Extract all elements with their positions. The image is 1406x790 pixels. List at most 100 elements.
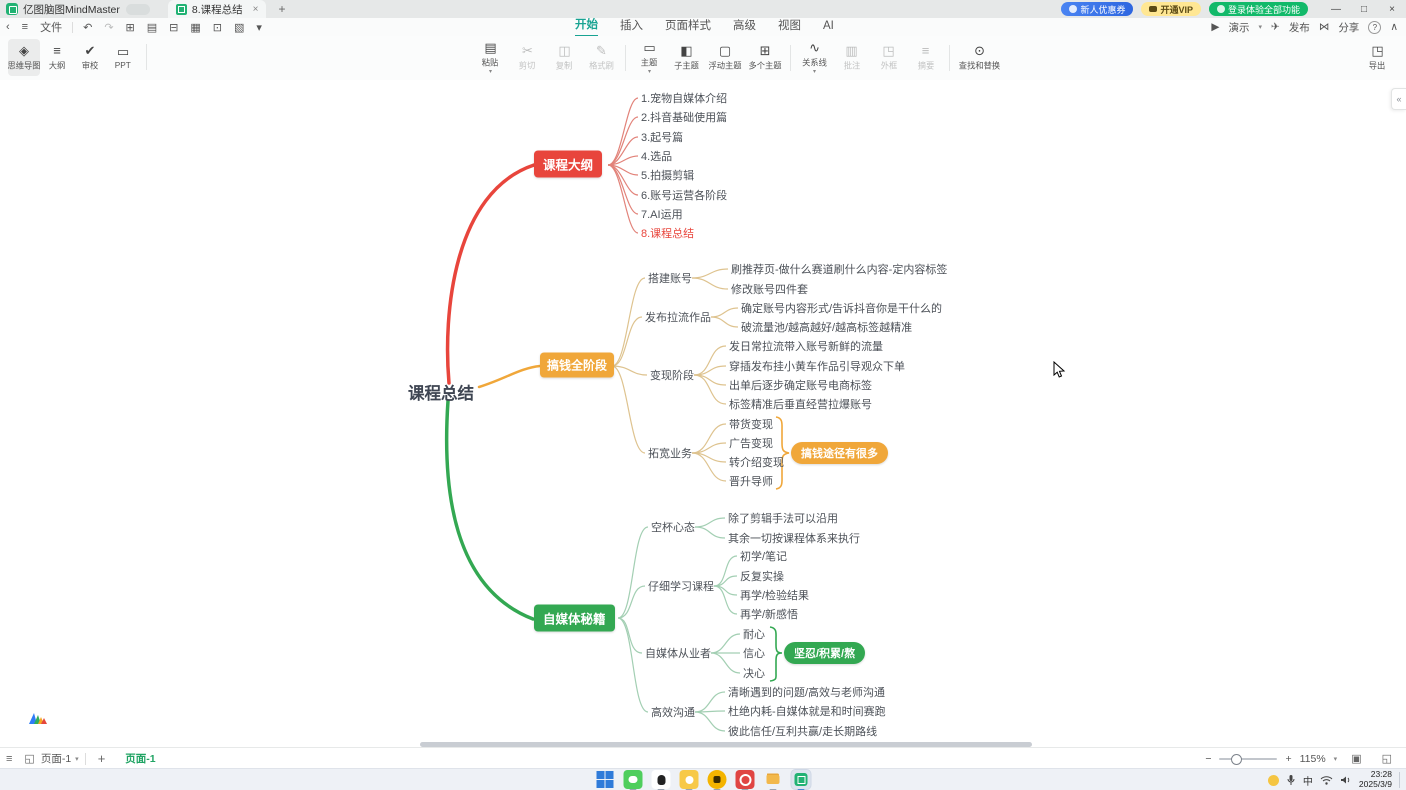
topic-node[interactable]: 发日常拉流带入账号新鲜的流量	[729, 338, 883, 354]
tab-page-style[interactable]: 页面样式	[665, 18, 711, 36]
export-image-icon[interactable]: ⊡	[213, 21, 222, 34]
cut-button[interactable]: ✂ 剪切	[509, 39, 546, 76]
page-dropdown-caret-icon[interactable]: ▾	[75, 755, 79, 763]
undo-icon[interactable]: ↶	[83, 21, 92, 34]
topic-node[interactable]: 6.账号运营各阶段	[641, 187, 727, 203]
summary-callout-money[interactable]: 搞钱途径有很多	[791, 442, 888, 464]
topic-button[interactable]: ▭ 主题 ▾	[631, 39, 668, 76]
topic-node-current[interactable]: 8.课程总结	[641, 225, 694, 241]
tray-app-icon[interactable]	[1268, 775, 1279, 786]
boundary-button[interactable]: ◳ 外框	[870, 39, 907, 76]
start-button[interactable]	[596, 770, 615, 789]
more-icon[interactable]: ▾	[256, 21, 262, 34]
snapshot-icon[interactable]: ▧	[234, 21, 244, 34]
present-button[interactable]: 演示	[1228, 20, 1249, 35]
topic-node[interactable]: 7.AI运用	[641, 206, 683, 222]
tab-home[interactable]: 开始	[575, 17, 598, 37]
topic-node[interactable]: 3.起号篇	[641, 129, 683, 145]
topic-node[interactable]: 变现阶段	[650, 367, 694, 383]
new-doc-icon[interactable]: ⊞	[126, 21, 135, 34]
clock[interactable]: 23:28 2025/3/9	[1359, 770, 1392, 790]
tab-close-icon[interactable]: ×	[253, 4, 259, 15]
topic-node[interactable]: 彼此信任/互利共赢/走长期路线	[728, 723, 877, 739]
page-frame-icon[interactable]: ◱	[24, 752, 34, 765]
active-page-tab[interactable]: 页面-1	[125, 751, 155, 766]
zoom-slider[interactable]	[1219, 758, 1277, 760]
copy-button[interactable]: ◫ 复制	[546, 39, 583, 76]
open-icon[interactable]: ▤	[147, 21, 157, 34]
page-dropdown[interactable]: 页面-1	[41, 751, 71, 766]
mode-review[interactable]: ✔ 审校	[74, 39, 106, 76]
taskbar-app2-icon[interactable]	[708, 770, 727, 789]
relationship-button[interactable]: ∿ 关系线 ▾	[796, 39, 833, 76]
publish-icon[interactable]: ✈	[1271, 21, 1280, 33]
panel-collapse-tab[interactable]: «	[1391, 88, 1406, 110]
topic-node[interactable]: 晋升导师	[729, 473, 773, 489]
topic-node[interactable]: 标签精准后垂直经营拉爆账号	[729, 396, 872, 412]
find-replace-button[interactable]: ⊙ 查找和替换	[955, 39, 1004, 76]
redo-icon[interactable]: ↷	[104, 21, 113, 34]
topic-node[interactable]: 杜绝内耗-自媒体就是和时间赛跑	[728, 703, 886, 719]
hamburger-icon[interactable]: ≡	[22, 21, 28, 33]
branch-course-outline[interactable]: 课程大纲	[534, 151, 602, 178]
document-tab[interactable]: 8.课程总结 ×	[168, 0, 267, 18]
topic-node[interactable]: 穿插发布挂小黄车作品引导观众下单	[729, 358, 905, 374]
back-icon[interactable]: ‹	[6, 21, 10, 33]
topic-node[interactable]: 拓宽业务	[648, 445, 692, 461]
minimize-button[interactable]: —	[1322, 0, 1350, 18]
close-button[interactable]: ×	[1378, 0, 1406, 18]
microphone-icon[interactable]	[1286, 774, 1296, 786]
topic-node[interactable]: 高效沟通	[651, 704, 695, 720]
taskbar-mindmaster-icon[interactable]	[792, 770, 811, 789]
topic-node[interactable]: 耐心	[743, 626, 765, 642]
topic-node[interactable]: 反复实操	[740, 568, 784, 584]
paste-button[interactable]: ▤ 粘贴 ▾	[472, 39, 509, 76]
zoom-caret-icon[interactable]: ▾	[1334, 755, 1338, 763]
zoom-in-icon[interactable]: +	[1285, 753, 1291, 765]
share-button[interactable]: 分享	[1338, 20, 1359, 35]
vip-button[interactable]: 开通VIP	[1141, 2, 1201, 16]
topic-node[interactable]: 广告变现	[729, 435, 773, 451]
topic-node[interactable]: 转介绍变现	[729, 454, 784, 470]
topic-node[interactable]: 再学/新感悟	[740, 606, 798, 622]
taskbar-qq-icon[interactable]	[652, 770, 671, 789]
coupon-button[interactable]: 新人优惠券	[1061, 2, 1133, 16]
taskbar-app1-icon[interactable]	[680, 770, 699, 789]
subtopic-button[interactable]: ◧ 子主题	[668, 39, 705, 76]
tab-insert[interactable]: 插入	[620, 18, 643, 36]
topic-node[interactable]: 确定账号内容形式/告诉抖音你是干什么的	[741, 300, 942, 316]
branch-media-secrets[interactable]: 自媒体秘籍	[534, 605, 615, 632]
topic-node[interactable]: 决心	[743, 665, 765, 681]
maximize-button[interactable]: □	[1350, 0, 1378, 18]
topic-node[interactable]: 刷推荐页-做什么赛道刷什么内容-定内容标签	[731, 261, 947, 277]
format-painter-button[interactable]: ✎ 格式刷	[583, 39, 620, 76]
topic-node[interactable]: 出单后逐步确定账号电商标签	[729, 377, 872, 393]
show-desktop-button[interactable]	[1399, 772, 1402, 788]
taskbar-explorer-icon[interactable]	[764, 770, 783, 789]
new-tab-button[interactable]: +	[278, 2, 285, 16]
fit-window-icon[interactable]: ◱	[1382, 752, 1392, 765]
save-icon[interactable]: ⊟	[169, 21, 178, 34]
volume-icon[interactable]	[1340, 775, 1352, 785]
topic-node[interactable]: 自媒体从业者	[645, 645, 711, 661]
file-menu[interactable]: 文件	[40, 19, 62, 35]
topic-node[interactable]: 信心	[743, 645, 765, 661]
topic-node[interactable]: 再学/检验结果	[740, 587, 809, 603]
present-icon[interactable]: ▶	[1211, 21, 1219, 33]
comment-button[interactable]: ▥ 批注	[833, 39, 870, 76]
add-page-button[interactable]: +	[98, 751, 106, 766]
help-icon[interactable]: ?	[1368, 21, 1381, 34]
print-icon[interactable]: ▦	[190, 21, 200, 34]
fullscreen-icon[interactable]: ▣	[1351, 752, 1361, 765]
page-list-icon[interactable]: ≡	[6, 753, 12, 765]
login-button[interactable]: 登录体验全部功能	[1209, 2, 1308, 16]
publish-button[interactable]: 发布	[1289, 20, 1310, 35]
mindmap-canvas[interactable]: 课程总结 课程大纲 1.宠物自媒体介绍 2.抖音基础使用篇 3.起号篇 4.选品…	[0, 80, 1406, 747]
topic-node[interactable]: 发布拉流作品	[645, 309, 711, 325]
taskbar-app3-icon[interactable]	[736, 770, 755, 789]
summary-callout-persist[interactable]: 坚忍/积累/熬	[784, 642, 865, 664]
topic-node[interactable]: 2.抖音基础使用篇	[641, 109, 727, 125]
topic-node[interactable]: 修改账号四件套	[731, 281, 808, 297]
branch-money-stages[interactable]: 搞钱全阶段	[540, 353, 614, 378]
mode-ppt[interactable]: ▭ PPT	[107, 39, 139, 76]
